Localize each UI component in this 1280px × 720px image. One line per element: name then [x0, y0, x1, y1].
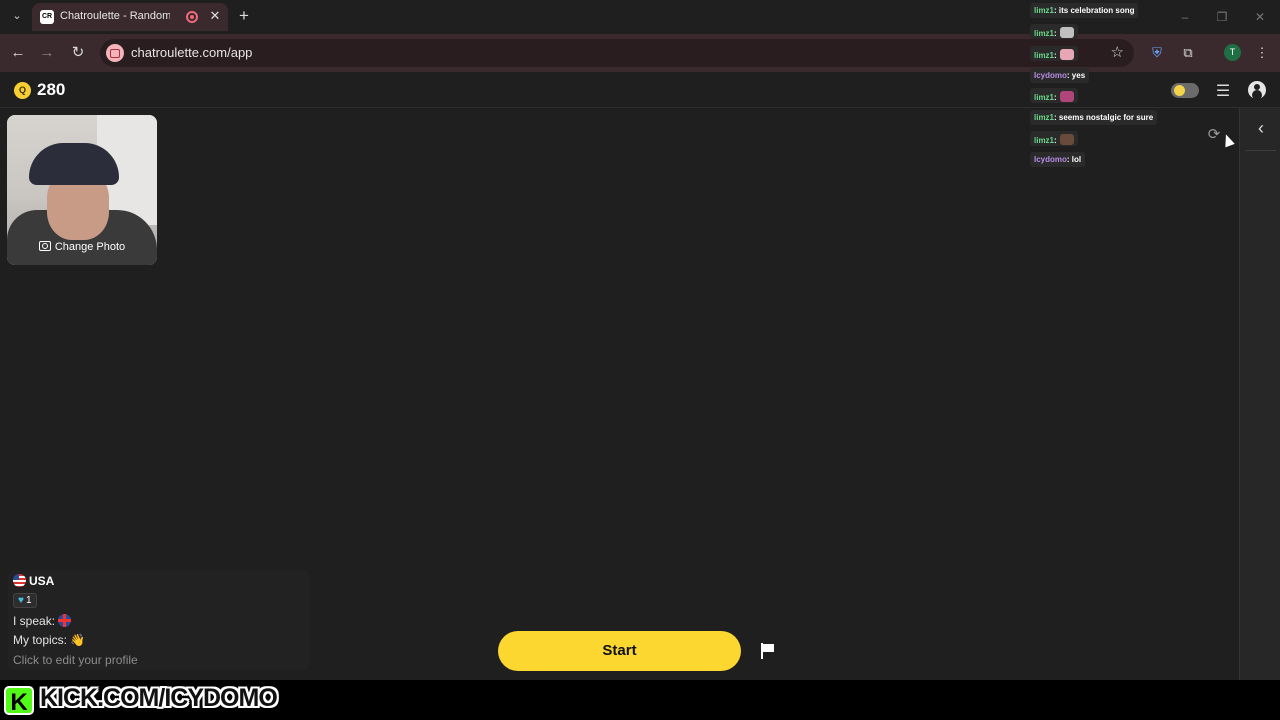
window-close-icon[interactable]: ✕ — [1251, 8, 1269, 26]
report-flag-icon[interactable] — [761, 643, 775, 659]
chat-text: : yes — [1066, 71, 1086, 80]
restore-icon[interactable]: ❐ — [1213, 8, 1231, 26]
reload-icon[interactable]: ↻ — [68, 43, 88, 63]
chat-message: Icydomo: lol — [1030, 152, 1086, 167]
browser-tab[interactable]: CR Chatroulette - Random vide ✕ — [32, 3, 228, 31]
chat-emote-icon — [1059, 27, 1074, 38]
more-vert-icon[interactable]: ⋮ — [1252, 43, 1272, 63]
speak-row: I speak: — [13, 614, 74, 628]
chat-username: limz1 — [1034, 93, 1055, 102]
side-panel: ‹ — [1239, 108, 1280, 680]
us-flag-icon — [13, 574, 26, 587]
country-name: USA — [29, 574, 55, 588]
chat-message: limz1: its celebration song — [1030, 3, 1139, 18]
self-video-preview[interactable]: Change Photo — [7, 115, 157, 265]
watermark-url: KICK.COM/ICYDOMO — [40, 684, 278, 712]
chat-emote-icon — [1059, 91, 1074, 102]
photo-cap — [29, 143, 119, 185]
kick-logo-icon: K — [4, 686, 34, 716]
chat-message: Icydomo: yes — [1030, 68, 1090, 83]
shield-extension-icon[interactable]: ⛨ — [1147, 43, 1167, 63]
chat-message: limz1: — [1030, 88, 1078, 103]
coin-balance[interactable]: 280 — [37, 80, 65, 100]
rank-badge: ♥ 1 — [13, 593, 37, 608]
chat-message: limz1: — [1030, 24, 1078, 39]
edit-profile-hint[interactable]: Click to edit your profile — [13, 653, 138, 667]
chat-username: limz1 — [1034, 6, 1055, 15]
chat-username: Icydomo — [1034, 71, 1067, 80]
recording-indicator-icon — [186, 11, 198, 23]
chat-username: Icydomo — [1034, 155, 1067, 164]
site-info-icon[interactable] — [106, 44, 124, 62]
speak-label: I speak: — [13, 614, 56, 628]
change-photo-button[interactable]: Change Photo — [7, 241, 157, 261]
chat-message: limz1: — [1030, 46, 1078, 61]
country-row: USA — [13, 574, 54, 588]
filters-icon[interactable]: ☰ — [1213, 81, 1233, 100]
forward-icon[interactable]: → — [37, 43, 57, 63]
chat-text: : its celebration song — [1054, 6, 1135, 15]
chat-emote-icon — [1059, 134, 1074, 145]
back-icon[interactable]: ← — [8, 43, 28, 63]
chat-emote-icon — [1059, 49, 1074, 60]
profile-icon[interactable] — [1248, 81, 1266, 99]
chat-text: : — [1054, 93, 1057, 102]
address-bar[interactable]: chatroulette.com/app ☆ — [100, 39, 1134, 67]
chevron-left-icon[interactable]: ‹ — [1253, 118, 1269, 138]
url-text: chatroulette.com/app — [131, 45, 253, 60]
tab-favicon: CR — [40, 10, 54, 24]
chat-username: limz1 — [1034, 113, 1055, 122]
chat-text: : — [1054, 136, 1057, 145]
profile-card[interactable]: USA ♥ 1 I speak: My topics: 👋 Click to ed… — [8, 570, 310, 670]
chat-text: : seems nostalgic for sure — [1054, 113, 1154, 122]
coin-icon: Q — [14, 82, 31, 99]
theme-toggle[interactable] — [1171, 83, 1199, 98]
topics-row: My topics: 👋 — [13, 633, 86, 647]
start-button[interactable]: Start — [498, 631, 741, 671]
rank-value: 1 — [25, 595, 32, 606]
close-icon[interactable]: ✕ — [207, 8, 223, 24]
star-icon[interactable]: ☆ — [1111, 43, 1124, 61]
browser-toolbar: ← → ↻ chatroulette.com/app ☆ ⛨ ⧉ T ⋮ — [0, 34, 1280, 72]
divider — [1246, 150, 1276, 151]
mouse-cursor-icon — [1221, 132, 1235, 148]
minimize-icon[interactable]: – — [1176, 8, 1194, 26]
chat-message: limz1: seems nostalgic for sure — [1030, 110, 1158, 125]
uk-flag-icon — [58, 614, 72, 627]
change-photo-label: Change Photo — [54, 241, 126, 253]
browser-profile-avatar[interactable]: T — [1224, 44, 1241, 61]
chat-text: : — [1054, 29, 1057, 38]
camera-icon — [38, 241, 51, 251]
camera-switch-icon[interactable]: ⟳ — [1204, 125, 1224, 143]
plus-icon[interactable]: + — [236, 7, 252, 24]
chat-username: limz1 — [1034, 29, 1055, 38]
stream-watermark: K KICK.COM/ICYDOMO — [0, 680, 1280, 720]
chat-message: limz1: — [1030, 131, 1078, 146]
chat-username: limz1 — [1034, 136, 1055, 145]
diamond-icon: ♥ — [18, 595, 24, 606]
tab-title: Chatroulette - Random vide — [60, 10, 170, 22]
chat-text: : lol — [1066, 155, 1082, 164]
chat-username: limz1 — [1034, 51, 1055, 60]
tab-menu-icon[interactable]: ⌄ — [8, 7, 26, 25]
puzzle-extension-icon[interactable]: ⧉ — [1178, 43, 1198, 63]
chat-text: : — [1054, 51, 1057, 60]
